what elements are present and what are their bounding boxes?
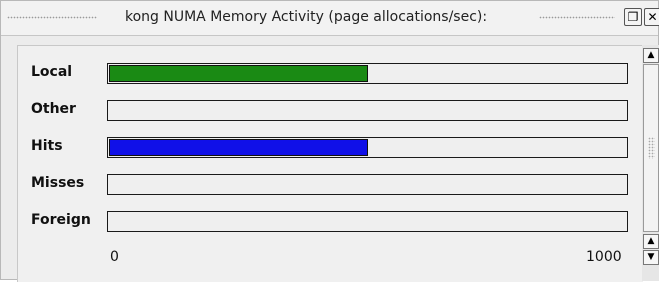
arrow-down-icon[interactable]: ▼ bbox=[643, 250, 659, 265]
x-axis-max-label: 1000 bbox=[586, 249, 622, 265]
scrollbar-thumb[interactable] bbox=[643, 64, 659, 232]
drag-grip-icon[interactable] bbox=[539, 16, 615, 19]
bar-track-hits bbox=[107, 137, 628, 158]
bar-row-foreign: Foreign bbox=[18, 211, 643, 235]
thumb-grip-icon bbox=[648, 137, 655, 159]
vertical-scrollbar[interactable]: ▲ ▲ ▼ bbox=[642, 45, 659, 281]
drag-grip-icon[interactable] bbox=[7, 16, 97, 19]
arrow-up-icon[interactable]: ▲ bbox=[643, 234, 659, 249]
bar-label-local: Local bbox=[31, 64, 73, 80]
bar-label-other: Other bbox=[31, 101, 76, 117]
bar-label-hits: Hits bbox=[31, 138, 63, 154]
window-titlebar[interactable]: kong NUMA Memory Activity (page allocati… bbox=[1, 1, 659, 36]
x-axis-min-label: 0 bbox=[110, 249, 119, 265]
window-title: kong NUMA Memory Activity (page allocati… bbox=[125, 9, 488, 25]
bar-row-misses: Misses bbox=[18, 174, 643, 198]
bar-label-foreign: Foreign bbox=[31, 212, 91, 228]
bar-local bbox=[109, 65, 368, 82]
arrow-up-icon[interactable]: ▲ bbox=[643, 48, 659, 63]
bar-label-misses: Misses bbox=[31, 175, 85, 191]
numa-activity-window: kong NUMA Memory Activity (page allocati… bbox=[0, 0, 659, 282]
bar-row-hits: Hits bbox=[18, 137, 643, 161]
bar-track-foreign bbox=[107, 211, 628, 232]
bar-row-other: Other bbox=[18, 100, 643, 124]
bar-track-local bbox=[107, 63, 628, 84]
bar-track-misses bbox=[107, 174, 628, 195]
close-icon[interactable]: ✕ bbox=[644, 8, 659, 26]
restore-icon[interactable]: ❐ bbox=[624, 8, 642, 26]
memory-activity-chart: 0 1000 Local Other Hits Misses Foreign bbox=[17, 45, 643, 282]
bar-hits bbox=[109, 139, 368, 156]
bar-track-other bbox=[107, 100, 628, 121]
bar-row-local: Local bbox=[18, 63, 643, 87]
